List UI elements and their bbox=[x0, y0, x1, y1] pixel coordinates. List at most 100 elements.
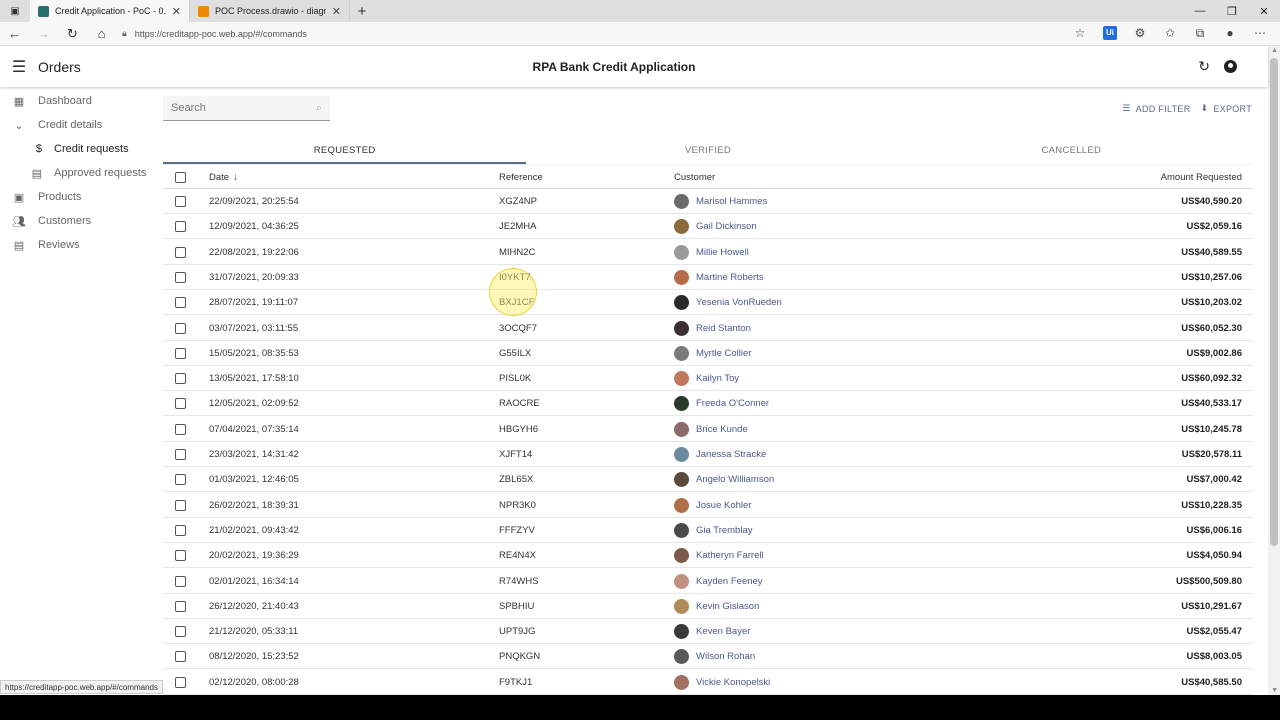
row-checkbox[interactable] bbox=[175, 524, 186, 536]
customer-link[interactable]: Marisol Hammes bbox=[696, 196, 767, 207]
customer-link[interactable]: Myrtle Collier bbox=[696, 348, 751, 359]
table-row[interactable]: 21/12/2020, 05:33:11 UPT9JG Keven Bayer US$… bbox=[163, 619, 1253, 645]
customer-link[interactable]: Millie Howell bbox=[696, 247, 749, 258]
favorite-star-icon[interactable]: ☆ bbox=[1068, 26, 1092, 41]
extension-icon[interactable]: ⚙ bbox=[1128, 26, 1152, 41]
customer-link[interactable]: Keven Bayer bbox=[696, 626, 750, 637]
row-checkbox[interactable] bbox=[175, 373, 186, 385]
customer-link[interactable]: Katheryn Farrell bbox=[696, 550, 764, 561]
add-filter-button[interactable]: ☰ ADD FILTER bbox=[1122, 103, 1190, 114]
row-customer[interactable]: Millie Howell bbox=[674, 240, 749, 265]
row-customer[interactable]: Kevin Gislason bbox=[674, 594, 759, 619]
table-row[interactable]: 22/09/2021, 20:25:54 XGZ4NP Marisol Hammes… bbox=[163, 189, 1253, 214]
account-icon[interactable] bbox=[1224, 60, 1237, 73]
row-checkbox[interactable] bbox=[175, 600, 186, 612]
customer-link[interactable]: Vickie Konopelski bbox=[696, 677, 770, 688]
uipath-extension-icon[interactable]: Ui bbox=[1103, 26, 1117, 40]
table-row[interactable]: 28/07/2021, 19:11:07 BXJ1CF Yesenia VonRue… bbox=[163, 290, 1253, 316]
scroll-thumb[interactable] bbox=[1270, 58, 1278, 546]
row-customer[interactable]: Gia Tremblay bbox=[674, 518, 753, 543]
browser-tab-drawio[interactable]: POC Process.drawio - diagrams.n ✕ bbox=[190, 0, 350, 22]
table-row[interactable]: 02/01/2021, 16:34:14 R74WHS Kayden Feeney U… bbox=[163, 569, 1253, 594]
customer-link[interactable]: Janessa Stracke bbox=[696, 449, 766, 460]
table-row[interactable]: 13/05/2021, 17:58:10 PISL0K Kailyn Toy US$6… bbox=[163, 366, 1253, 392]
customer-link[interactable]: Kailyn Toy bbox=[696, 373, 739, 384]
sidebar-item-reviews[interactable]: ▤ Reviews bbox=[0, 233, 162, 257]
customer-column-header[interactable]: Customer bbox=[674, 165, 715, 190]
table-row[interactable]: 15/05/2021, 08:35:53 G55ILX Myrtle Collier… bbox=[163, 341, 1253, 366]
scroll-down-icon[interactable]: ▼ bbox=[1271, 687, 1278, 694]
tab-close-icon[interactable]: ✕ bbox=[172, 5, 181, 18]
search-box[interactable]: ⌕ bbox=[163, 96, 330, 121]
row-customer[interactable]: Kayden Feeney bbox=[674, 569, 763, 594]
table-row[interactable]: 21/02/2021, 09:43:42 FFFZYV Gia Tremblay US… bbox=[163, 518, 1253, 543]
reference-column-header[interactable]: Reference bbox=[499, 165, 543, 190]
browser-tab-credit-app[interactable]: Credit Application - PoC - 0.24a ✕ bbox=[30, 0, 190, 22]
tab-actions-icon[interactable]: ▣ bbox=[0, 0, 30, 22]
row-checkbox[interactable] bbox=[175, 221, 186, 233]
table-row[interactable]: 08/12/2020, 15:23:52 PNQKGN Wilson Rohan US… bbox=[163, 644, 1253, 670]
tab-cancelled[interactable]: CANCELLED bbox=[890, 135, 1253, 164]
url-field[interactable]: 🔒︎ https://creditapp-poc.web.app/#/comma… bbox=[122, 28, 1068, 39]
row-customer[interactable]: Kailyn Toy bbox=[674, 366, 739, 391]
more-icon[interactable]: ⋯ bbox=[1248, 26, 1272, 41]
refresh-icon[interactable]: ↻ bbox=[1198, 58, 1210, 75]
sidebar-item-dashboard[interactable]: ▦ Dashboard bbox=[0, 89, 162, 113]
home-icon[interactable]: ⌂ bbox=[87, 26, 116, 41]
row-customer[interactable]: Wilson Rohan bbox=[674, 644, 755, 669]
tab-requested[interactable]: REQUESTED bbox=[163, 135, 527, 164]
row-checkbox[interactable] bbox=[175, 626, 186, 638]
table-row[interactable]: 23/03/2021, 14:31:42 XJFT14 Janessa Strack… bbox=[163, 442, 1253, 467]
row-customer[interactable]: Keven Bayer bbox=[674, 619, 750, 644]
new-tab-button[interactable]: + bbox=[350, 0, 374, 22]
row-checkbox[interactable] bbox=[175, 246, 186, 258]
table-row[interactable]: 02/12/2020, 08:00:28 F9TKJ1 Vickie Konopel… bbox=[163, 670, 1253, 695]
sidebar-item-credit-requests[interactable]: $ Credit requests bbox=[0, 137, 162, 161]
row-checkbox[interactable] bbox=[175, 322, 186, 334]
date-column-header[interactable]: Date ↓ bbox=[209, 165, 238, 190]
collections-icon[interactable]: ⧉ bbox=[1188, 26, 1212, 41]
scrollbar[interactable]: ▲ ▼ bbox=[1268, 46, 1280, 695]
tab-verified[interactable]: VERIFIED bbox=[526, 135, 889, 164]
table-row[interactable]: 07/04/2021, 07:35:14 HBGYH6 Brice Kunde US$… bbox=[163, 417, 1253, 442]
customer-link[interactable]: Gia Tremblay bbox=[696, 525, 753, 536]
row-customer[interactable]: Gail Dickinson bbox=[674, 214, 757, 239]
table-row[interactable]: 01/03/2021, 12:46:05 ZBL65X Angelo William… bbox=[163, 467, 1253, 493]
row-customer[interactable]: Katheryn Farrell bbox=[674, 543, 764, 568]
row-checkbox[interactable] bbox=[175, 271, 186, 283]
row-customer[interactable]: Myrtle Collier bbox=[674, 341, 751, 366]
profile-icon[interactable]: ● bbox=[1218, 26, 1242, 41]
table-row[interactable]: 12/09/2021, 04:36:25 JE2MHA Gail Dickinson… bbox=[163, 214, 1253, 240]
row-checkbox[interactable] bbox=[175, 347, 186, 359]
table-row[interactable]: 31/07/2021, 20:09:33 I0YKT7 Martine Robert… bbox=[163, 265, 1253, 290]
sidebar-item-approved-requests[interactable]: ▤ Approved requests bbox=[0, 161, 162, 185]
back-icon[interactable]: ← bbox=[0, 26, 29, 41]
row-customer[interactable]: Reid Stanton bbox=[674, 316, 751, 341]
customer-link[interactable]: Freeda O'Conner bbox=[696, 398, 769, 409]
sidebar-item-products[interactable]: ▣ Products bbox=[0, 185, 162, 209]
row-checkbox[interactable] bbox=[175, 575, 186, 587]
minimize-icon[interactable]: — bbox=[1184, 0, 1216, 22]
customer-link[interactable]: Wilson Rohan bbox=[696, 651, 755, 662]
customer-link[interactable]: Kayden Feeney bbox=[696, 576, 763, 587]
table-row[interactable]: 26/12/2020, 21:40:43 SPBHIU Kevin Gislason… bbox=[163, 594, 1253, 619]
table-row[interactable]: 03/07/2021, 03:11:55 3OCQF7 Reid Stanton US… bbox=[163, 316, 1253, 341]
tab-close-icon[interactable]: ✕ bbox=[332, 5, 341, 18]
customer-link[interactable]: Kevin Gislason bbox=[696, 601, 759, 612]
row-customer[interactable]: Martine Roberts bbox=[674, 265, 764, 290]
sidebar-item-credit-details[interactable]: ⌄ Credit details bbox=[0, 113, 162, 137]
table-row[interactable]: 12/05/2021, 02:09:52 RAOCRE Freeda O'Conne… bbox=[163, 391, 1253, 417]
row-customer[interactable]: Vickie Konopelski bbox=[674, 670, 770, 695]
customer-link[interactable]: Reid Stanton bbox=[696, 323, 751, 334]
table-row[interactable]: 26/02/2021, 18:39:31 NPR3K0 Josue Kohler US… bbox=[163, 493, 1253, 518]
customer-link[interactable]: Gail Dickinson bbox=[696, 221, 757, 232]
table-row[interactable]: 20/02/2021, 19:36:29 RE4N4X Katheryn Farre… bbox=[163, 543, 1253, 569]
row-customer[interactable]: Janessa Stracke bbox=[674, 442, 766, 467]
row-customer[interactable]: Brice Kunde bbox=[674, 417, 748, 442]
row-checkbox[interactable] bbox=[175, 550, 186, 562]
forward-icon[interactable]: → bbox=[29, 26, 58, 41]
row-checkbox[interactable] bbox=[175, 423, 186, 435]
row-checkbox[interactable] bbox=[175, 651, 186, 663]
row-checkbox[interactable] bbox=[175, 474, 186, 486]
customer-link[interactable]: Martine Roberts bbox=[696, 272, 764, 283]
